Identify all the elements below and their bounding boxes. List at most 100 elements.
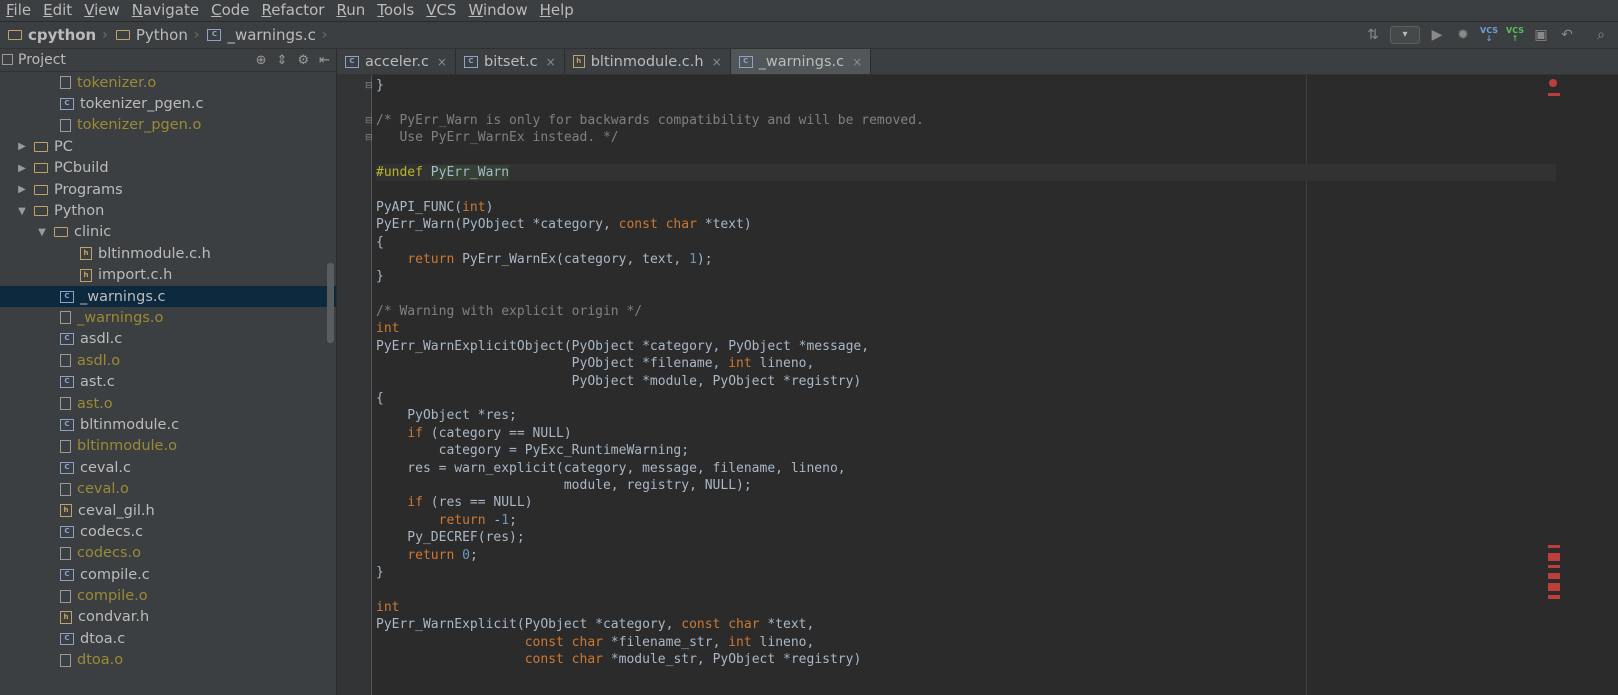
expanded-arrow-icon[interactable]: ▼: [16, 206, 28, 217]
error-stripe[interactable]: [1544, 75, 1560, 695]
error-mark[interactable]: [1548, 545, 1560, 548]
tree-file[interactable]: h ceval_gil.h: [0, 500, 336, 521]
sort-icon[interactable]: ⇅: [1364, 27, 1382, 43]
tree-file[interactable]: compile.o: [0, 585, 336, 606]
menu-help[interactable]: Help: [534, 0, 580, 21]
code-token: PyObject *module, PyObject *registry): [376, 373, 862, 389]
tree-file[interactable]: Ccompile.c: [0, 564, 336, 585]
breadcrumb-item[interactable]: Python ›: [108, 26, 199, 44]
run-icon[interactable]: ▶: [1428, 27, 1446, 43]
folder-icon: [54, 227, 68, 238]
tree-file[interactable]: Cast.c: [0, 371, 336, 392]
revert-icon[interactable]: ↶: [1558, 27, 1576, 43]
tree-file[interactable]: tokenizer.o: [0, 72, 336, 93]
menu-tools[interactable]: Tools: [371, 0, 420, 21]
tree-file[interactable]: h condvar.h: [0, 607, 336, 628]
error-indicator-icon[interactable]: [1549, 79, 1557, 87]
code-token: *text,: [759, 617, 815, 633]
breadcrumb-item[interactable]: cpython ›: [0, 26, 108, 44]
hide-panel-icon[interactable]: ⇤: [319, 53, 330, 68]
menu-label: ode: [221, 1, 250, 19]
tree-file[interactable]: ast.o: [0, 393, 336, 414]
code-line: int: [376, 599, 1556, 616]
tree-scrollbar[interactable]: [327, 263, 334, 343]
error-mark[interactable]: [1548, 93, 1560, 96]
c-file-icon: C: [60, 290, 74, 303]
tree-item-label: ceval.c: [80, 459, 131, 476]
collapsed-arrow-icon[interactable]: ▶: [16, 184, 28, 195]
menu-mnemonic: E: [43, 1, 53, 19]
code-token: }: [376, 78, 384, 93]
error-mark[interactable]: [1548, 595, 1560, 599]
menu-run[interactable]: Run: [330, 0, 371, 21]
code-area[interactable]: } /* PyErr_Warn is only for backwards com…: [376, 77, 1556, 668]
error-mark[interactable]: [1548, 583, 1560, 591]
collapsed-arrow-icon[interactable]: ▶: [16, 163, 28, 174]
tree-file[interactable]: h import.c.h: [0, 265, 336, 286]
run-config-dropdown[interactable]: ▾: [1390, 26, 1420, 44]
fold-icon[interactable]: ⊟: [365, 116, 373, 126]
editor-tab[interactable]: C _warnings.c ×: [730, 49, 872, 74]
menu-code[interactable]: Code: [205, 0, 255, 21]
error-mark[interactable]: [1548, 573, 1560, 579]
fold-icon[interactable]: ⊟: [365, 133, 373, 143]
vcs-commit-icon[interactable]: VCS ↑: [1506, 27, 1524, 43]
tree-file[interactable]: Cdtoa.c: [0, 628, 336, 649]
tree-file[interactable]: C _warnings.c: [0, 285, 336, 308]
breadcrumb-item[interactable]: C _warnings.c ›: [199, 26, 327, 44]
tree-file[interactable]: asdl.o: [0, 350, 336, 371]
tree-file[interactable]: ceval.o: [0, 478, 336, 499]
menu-view[interactable]: View: [78, 0, 126, 21]
tree-file[interactable]: Ctokenizer_pgen.c: [0, 93, 336, 114]
close-tab-icon[interactable]: ×: [437, 55, 447, 69]
tree-folder[interactable]: ▼ Python: [0, 200, 336, 221]
tree-file[interactable]: bltinmodule.o: [0, 436, 336, 457]
search-icon[interactable]: ⌕: [1592, 27, 1610, 43]
close-tab-icon[interactable]: ×: [712, 55, 722, 69]
tree-file[interactable]: tokenizer_pgen.o: [0, 115, 336, 136]
tree-file[interactable]: dtoa.o: [0, 650, 336, 671]
tree-file[interactable]: Ccodecs.c: [0, 521, 336, 542]
fold-icon[interactable]: ⊟: [365, 81, 373, 91]
tree-folder[interactable]: ▶ Programs: [0, 179, 336, 200]
locate-icon[interactable]: ⊕: [256, 53, 267, 68]
code-line: PyObject *res;: [376, 407, 1556, 424]
code-token: {: [376, 234, 384, 250]
close-tab-icon[interactable]: ×: [546, 55, 556, 69]
tree-file[interactable]: Cceval.c: [0, 457, 336, 478]
editor-tab[interactable]: h bltinmodule.c.h ×: [565, 49, 731, 74]
tree-folder[interactable]: ▶ PC: [0, 136, 336, 157]
menu-file[interactable]: File: [0, 0, 37, 21]
menu-window[interactable]: Window: [462, 0, 533, 21]
tree-folder[interactable]: ▶ PCbuild: [0, 158, 336, 179]
tree-file[interactable]: codecs.o: [0, 543, 336, 564]
expanded-arrow-icon[interactable]: ▼: [36, 227, 48, 238]
menu-vcs[interactable]: VCS: [420, 0, 462, 21]
tree-file[interactable]: h bltinmodule.c.h: [0, 243, 336, 264]
collapsed-arrow-icon[interactable]: ▶: [16, 141, 28, 152]
tree-file[interactable]: Casdl.c: [0, 329, 336, 350]
editor-tab[interactable]: Cacceler.c ×: [337, 49, 456, 74]
debug-icon[interactable]: ✹: [1454, 27, 1472, 43]
collapse-all-icon[interactable]: ⇕: [277, 53, 288, 68]
close-tab-icon[interactable]: ×: [852, 55, 862, 69]
vcs-update-icon[interactable]: VCS ↓: [1480, 27, 1498, 43]
tree-item-label: dtoa.o: [77, 652, 124, 669]
tree-file[interactable]: Cbltinmodule.c: [0, 414, 336, 435]
c-file-icon: C: [60, 98, 74, 111]
menu-label: elp: [550, 1, 574, 19]
menu-edit[interactable]: Edit: [37, 0, 78, 21]
code-editor[interactable]: ⊟ ⊟ ⊟ } /* PyErr_Warn is only for backwards…: [337, 75, 1618, 695]
error-mark[interactable]: [1548, 565, 1560, 568]
project-title[interactable]: Project: [18, 52, 66, 68]
editor-tab[interactable]: Cbitset.c ×: [456, 49, 565, 74]
tree-folder[interactable]: ▼ clinic: [0, 222, 336, 243]
menu-refactor[interactable]: Refactor: [256, 0, 331, 21]
compare-icon[interactable]: ▣: [1532, 27, 1550, 43]
menu-navigate[interactable]: Navigate: [126, 0, 205, 21]
error-mark[interactable]: [1548, 553, 1560, 561]
gear-icon[interactable]: ⚙: [297, 53, 309, 68]
tree-file[interactable]: _warnings.o: [0, 307, 336, 328]
tree-item-label: ast.o: [77, 395, 113, 412]
